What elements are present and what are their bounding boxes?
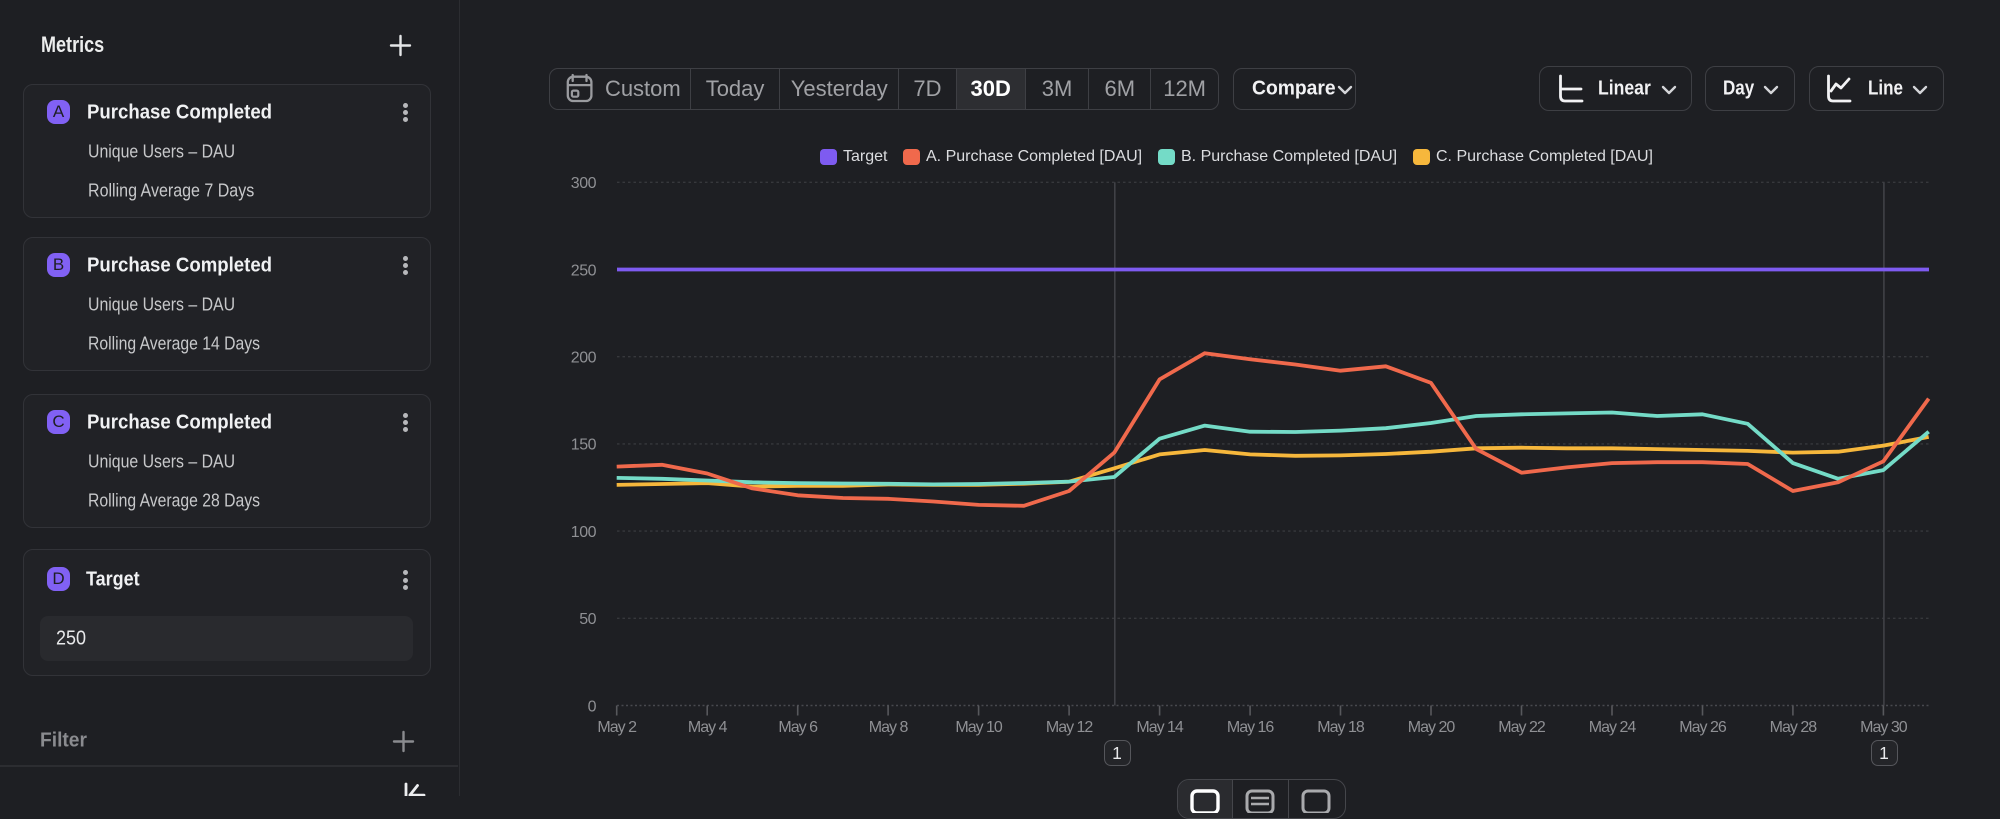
svg-text:100: 100 [571,524,597,541]
svg-text:May 8: May 8 [869,719,909,736]
svg-text:May 10: May 10 [955,719,1003,736]
svg-text:50: 50 [579,611,596,628]
svg-text:May 14: May 14 [1136,719,1184,736]
svg-text:May 6: May 6 [778,719,818,736]
svg-text:250: 250 [571,262,597,279]
svg-text:200: 200 [571,350,597,367]
svg-text:May 26: May 26 [1679,719,1727,736]
svg-text:May 16: May 16 [1227,719,1275,736]
svg-text:300: 300 [571,175,597,192]
svg-text:May 22: May 22 [1498,719,1546,736]
svg-text:May 24: May 24 [1589,719,1637,736]
svg-text:May 18: May 18 [1317,719,1365,736]
svg-text:May 4: May 4 [688,719,728,736]
svg-text:May 28: May 28 [1770,719,1818,736]
svg-text:0: 0 [588,698,597,715]
svg-text:May 20: May 20 [1408,719,1456,736]
svg-text:May 30: May 30 [1860,719,1908,736]
svg-text:May 12: May 12 [1046,719,1094,736]
svg-text:May 2: May 2 [597,719,637,736]
svg-text:150: 150 [571,437,597,454]
